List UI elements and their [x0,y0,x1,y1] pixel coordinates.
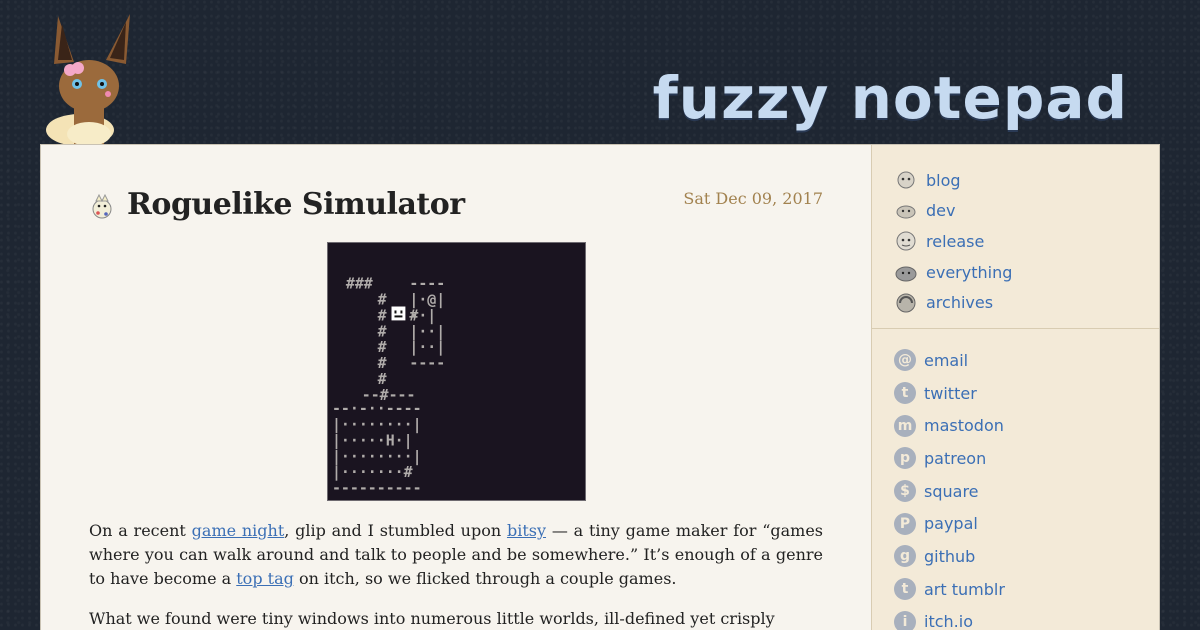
link-label: twitter [924,383,977,403]
roguelike-screenshot: ### # # # # # # --#--- # ---- |·@| ··| |… [327,242,586,501]
paragraph-1: On a recent game night, glip and I stumb… [89,519,823,591]
paragraph-text: On a recent [89,521,192,540]
link-patreon[interactable]: p patreon [894,442,1144,475]
link-label: patreon [924,448,987,468]
nav-item-dev[interactable]: dev [894,196,1144,227]
site-title[interactable]: fuzzy notepad [653,64,1128,132]
mastodon-icon: m [894,414,916,437]
link-email[interactable]: @ email [894,344,1144,377]
post-title[interactable]: Roguelike Simulator [127,187,465,222]
link-label: github [924,546,976,566]
nav-label: release [926,231,985,251]
link-itch-io[interactable]: i itch.io [894,606,1144,630]
nav-label: dev [926,201,956,221]
post-date: Sat Dec 09, 2017 [683,189,823,208]
svg-text:----: ---- [409,354,445,372]
nav-label: everything [926,262,1013,282]
email-icon: @ [894,349,916,372]
twitter-icon: t [894,382,916,405]
pokemon-blog-icon [894,169,918,191]
togepi-icon [92,193,112,219]
svg-text:----------: ---------- [332,479,422,497]
link-twitter[interactable]: t twitter [894,377,1144,410]
paypal-icon: P [894,512,916,535]
post-header: Roguelike Simulator Sat Dec 09, 2017 [89,187,823,227]
nav-item-archives[interactable]: archives [894,287,1144,318]
sidebar-divider [872,328,1159,329]
pokemon-everything-icon [894,261,918,283]
post-body: On a recent game night, glip and I stumb… [89,519,823,630]
svg-text:###: ### [346,275,373,293]
link-label: mastodon [924,416,1004,436]
link-label: paypal [924,514,978,534]
nav-label: archives [926,293,994,313]
link-mastodon[interactable]: m mastodon [894,409,1144,442]
link-top-tag[interactable]: top tag [236,569,294,588]
sidebar: blog dev release everything archives @ em… [871,145,1159,630]
link-label: itch.io [924,612,973,630]
category-nav: blog dev release everything archives [894,165,1144,318]
nav-label: blog [926,170,961,190]
link-label: email [924,350,969,370]
link-github[interactable]: g github [894,540,1144,573]
link-square[interactable]: $ square [894,475,1144,508]
paragraph-text: on itch, so we flicked through a couple … [293,569,677,588]
patreon-icon: p [894,447,916,470]
link-label: square [924,481,979,501]
page-card: Roguelike Simulator Sat Dec 09, 2017 ###… [40,144,1160,630]
tumblr-icon: t [894,578,916,601]
pokemon-release-icon [894,230,918,252]
pokemon-archives-icon [894,292,918,314]
link-paypal[interactable]: Ppaypal [894,507,1144,540]
paragraph-text: , glip and I stumbled upon [284,521,507,540]
nav-item-everything[interactable]: everything [894,257,1144,288]
paragraph-2: What we found were tiny windows into num… [89,609,775,628]
social-links: @ email t twitter m mastodon p patreon $ squa… [894,344,1144,630]
nav-item-release[interactable]: release [894,226,1144,257]
pokemon-dev-icon [894,200,918,222]
nav-item-blog[interactable]: blog [894,165,1144,196]
link-game-night[interactable]: game night [192,521,285,540]
github-icon: g [894,545,916,568]
itch-io-icon: i [894,610,916,630]
link-bitsy[interactable]: bitsy [507,521,546,540]
square-icon: $ [894,480,916,503]
eevee-mascot [44,14,134,146]
main-content: Roguelike Simulator Sat Dec 09, 2017 ###… [41,145,871,630]
link-label: art tumblr [924,579,1005,599]
link-art-tumblr[interactable]: t art tumblr [894,573,1144,606]
